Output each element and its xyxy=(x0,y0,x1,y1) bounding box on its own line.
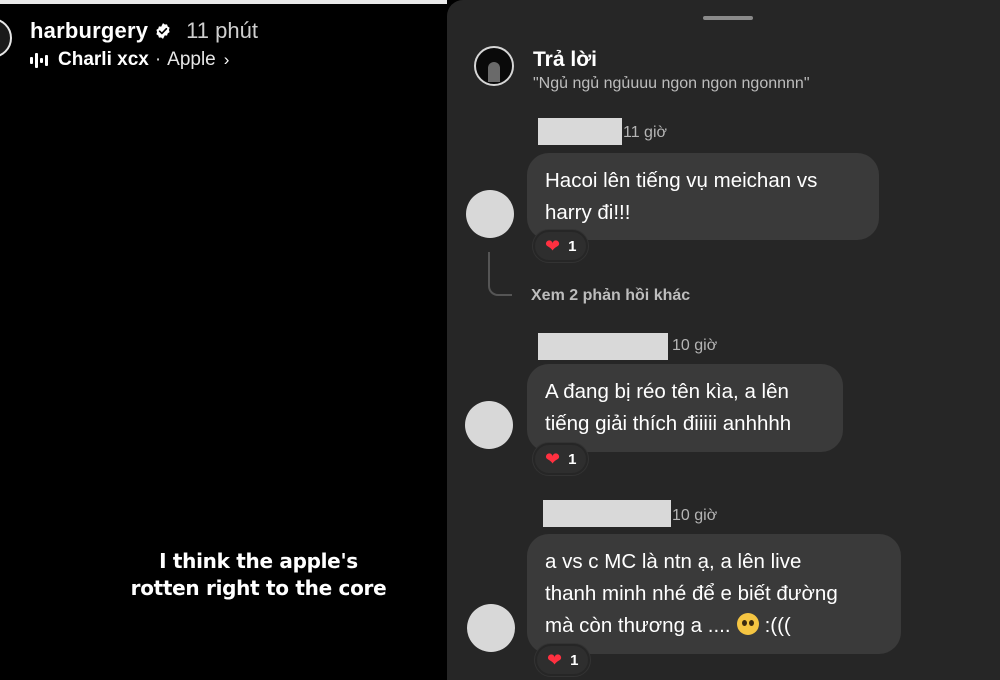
comment-text-line: harry đi!!! xyxy=(545,201,631,224)
reaction-count: 1 xyxy=(570,651,579,669)
comment-bubble[interactable]: a vs c MC là ntn ạ, a lên live thanh min… xyxy=(527,534,901,654)
comment-text-fragment: mà còn thương a .... xyxy=(545,614,731,637)
verified-badge-icon xyxy=(156,23,170,39)
comment-text-line: a vs c MC là ntn ạ, a lên live xyxy=(545,550,802,573)
sheet-title: Trả lời xyxy=(533,48,597,71)
story-header: harburgery 11 phút xyxy=(30,16,258,46)
commenter-avatar[interactable] xyxy=(465,401,513,449)
thread-connector xyxy=(488,252,512,296)
commenter-avatar[interactable] xyxy=(467,604,515,652)
story-progress-bar xyxy=(0,0,447,4)
story-viewer[interactable]: harburgery 11 phút Charli xcx · Apple › … xyxy=(0,0,447,680)
equalizer-icon xyxy=(30,52,48,68)
music-artist: Charli xcx xyxy=(58,49,149,70)
comment-bubble[interactable]: Hacoi lên tiếng vụ meichan vs harry đi!!… xyxy=(527,153,879,240)
caption-line-2: rotten right to the core xyxy=(130,576,387,600)
comment-time: 11 giờ xyxy=(623,124,667,141)
comment-text-line: tiếng giải thích điiiii anhhhh xyxy=(545,412,792,435)
redacted-username xyxy=(543,500,671,527)
comment-time: 10 giờ xyxy=(672,507,718,524)
story-author-avatar[interactable] xyxy=(0,18,12,58)
caption-line-1: I think the apple's xyxy=(159,549,358,573)
comment-text-line: A đang bị réo tên kìa, a lên xyxy=(545,380,789,403)
redacted-username xyxy=(538,333,668,360)
comment-bubble[interactable]: A đang bị réo tên kìa, a lên tiếng giải … xyxy=(527,364,843,452)
story-progress-fill xyxy=(0,0,447,4)
redacted-username xyxy=(538,118,622,145)
story-caption: I think the apple's rotten right to the … xyxy=(0,548,447,602)
chevron-right-icon: › xyxy=(223,50,230,69)
reaction-pill[interactable]: ❤ 1 xyxy=(533,443,589,475)
story-time-ago: 11 phút xyxy=(186,18,258,43)
comment-text-line: Hacoi lên tiếng vụ meichan vs xyxy=(545,169,818,192)
reaction-pill[interactable]: ❤ 1 xyxy=(533,230,589,262)
sheet-drag-handle[interactable] xyxy=(703,16,753,20)
reaction-count: 1 xyxy=(568,237,577,255)
reaction-pill[interactable]: ❤ 1 xyxy=(535,644,591,676)
pleading-face-emoji-icon xyxy=(736,613,759,635)
story-username[interactable]: harburgery xyxy=(30,18,148,44)
heart-icon: ❤ xyxy=(545,449,561,469)
music-separator: · xyxy=(154,49,162,70)
comment-text-line: mà còn thương a .... :((( xyxy=(545,610,883,642)
comment-time: 10 giờ xyxy=(672,337,718,354)
music-track: Apple xyxy=(167,49,216,70)
story-music-sticker[interactable]: Charli xcx · Apple › xyxy=(30,48,229,72)
view-more-replies-link[interactable]: Xem 2 phản hồi khác xyxy=(531,287,690,305)
replies-sheet: Trả lời "Ngủ ngủ ngủuuu ngon ngon ngonnn… xyxy=(447,0,1000,680)
heart-icon: ❤ xyxy=(547,650,563,670)
comment-text-fragment: :((( xyxy=(764,614,791,637)
quoted-comment: "Ngủ ngủ ngủuuu ngon ngon ngonnnn" xyxy=(533,75,810,92)
commenter-avatar[interactable] xyxy=(466,190,514,238)
reaction-count: 1 xyxy=(568,450,577,468)
comment-text-line: thanh minh nhé để e biết đường xyxy=(545,582,838,605)
reply-author-avatar[interactable] xyxy=(474,46,514,86)
heart-icon: ❤ xyxy=(545,236,561,256)
